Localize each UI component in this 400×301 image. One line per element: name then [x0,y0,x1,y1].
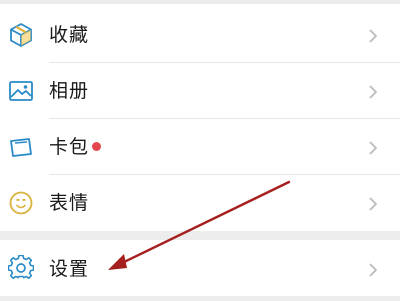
settings-group: 设置 [0,240,400,296]
chevron-right-icon [369,197,378,211]
chevron-right-icon [369,141,378,155]
top-separator [0,0,400,4]
menu-item-album[interactable]: 相册 [0,62,400,118]
me-page-menu: 收藏 相册 卡包 表情 设置 [0,0,400,301]
gear-settings-icon [8,255,34,280]
menu-item-label: 设置 [49,258,90,280]
cube-favorites-icon [10,23,32,47]
menu-item-label: 收藏 [49,24,90,46]
menu-item-stickers[interactable]: 表情 [0,174,400,230]
menu-item-label: 表情 [49,192,90,214]
notification-badge-dot [92,142,101,151]
menu-item-label: 卡包 [49,136,90,158]
menu-group: 收藏 相册 卡包 表情 [0,0,400,231]
chevron-right-icon [369,85,378,99]
menu-item-card-wallet[interactable]: 卡包 [0,118,400,174]
chevron-right-icon [369,263,378,277]
menu-item-settings[interactable]: 设置 [0,240,400,296]
menu-item-favorites[interactable]: 收藏 [0,6,400,62]
card-wallet-icon [10,138,32,157]
chevron-right-icon [369,29,378,43]
menu-item-label: 相册 [49,80,90,102]
smiley-emoji-icon [9,191,33,215]
picture-album-icon [9,81,33,101]
